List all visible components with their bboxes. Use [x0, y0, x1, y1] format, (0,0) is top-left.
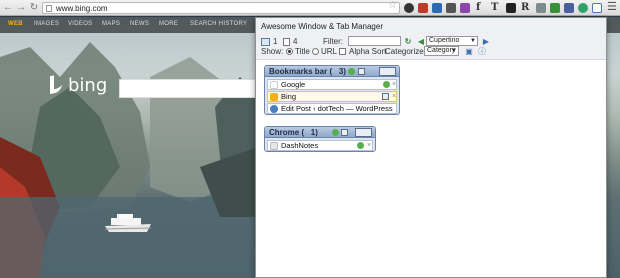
tab-count-icon — [283, 38, 290, 46]
extension-icon-2[interactable] — [418, 3, 428, 13]
show-title-label: Title — [295, 47, 310, 56]
save-icon[interactable]: ▣ — [464, 47, 474, 57]
close-icon[interactable]: × — [392, 80, 396, 89]
extension-r-icon[interactable]: R — [521, 1, 529, 14]
tab-action-icon[interactable] — [357, 142, 364, 149]
close-icon[interactable]: × — [367, 141, 371, 150]
bing-b-icon — [50, 73, 62, 95]
extension-icon-1[interactable] — [404, 3, 414, 13]
theme-select[interactable]: Cupertino ▼ — [426, 36, 478, 46]
add-tab-icon[interactable] — [332, 129, 339, 136]
window-count-icon — [261, 38, 270, 46]
menu-icon[interactable]: ☰ — [607, 1, 617, 14]
forward-arrow-icon[interactable]: → — [15, 2, 27, 14]
tab-manager-extension-icon[interactable] — [592, 3, 602, 13]
popup-title: Awesome Window & Tab Manager — [261, 22, 383, 31]
url-text: www.bing.com — [56, 4, 108, 13]
minimize-group-icon[interactable] — [358, 68, 365, 75]
tab-pin-icon[interactable] — [382, 93, 389, 100]
extension-icon-4[interactable] — [446, 3, 456, 13]
bing-search-input[interactable] — [119, 79, 256, 98]
tab-title: DashNotes — [281, 141, 319, 150]
chevron-down-icon: ▼ — [470, 38, 476, 44]
extension-icon-9[interactable] — [578, 3, 588, 13]
add-tab-icon[interactable] — [348, 68, 355, 75]
back-arrow-icon[interactable]: ← — [2, 2, 14, 14]
bing-logo: bing — [50, 73, 108, 96]
address-bar[interactable]: www.bing.com — [42, 2, 400, 14]
extension-icon-5[interactable] — [460, 3, 470, 13]
browser-toolbar: ← → ↻ www.bing.com ☆ f T R ☰ — [0, 0, 620, 16]
filter-input[interactable] — [348, 36, 401, 46]
extension-f-icon[interactable]: f — [476, 1, 480, 14]
page-icon — [46, 5, 52, 12]
google-favicon-icon — [270, 81, 278, 89]
tab-action-icon[interactable] — [383, 81, 390, 88]
bing-nav-more[interactable]: MORE — [159, 21, 178, 27]
tab-row[interactable]: Edit Post ‹ dotTech — WordPress — [267, 103, 397, 114]
show-url-label: URL — [321, 47, 338, 56]
next-theme-icon[interactable]: ▶ — [481, 37, 491, 47]
tab-row[interactable]: Google × — [267, 79, 397, 90]
alpha-sort-checkbox[interactable] — [339, 48, 346, 55]
wordpress-favicon-icon — [270, 105, 278, 113]
window-group-bookmarks: Bookmarks bar ( 3) Google × Bing × Edit … — [264, 65, 400, 115]
alpha-sort-label: Alpha Sort — [349, 47, 387, 56]
categorize-select[interactable]: Category ▼ — [424, 46, 459, 56]
extension-cat-icon[interactable] — [506, 3, 516, 13]
bing-favicon-icon — [270, 93, 278, 101]
tab-manager-popup: Awesome Window & Tab Manager 1 4 Filter:… — [255, 17, 607, 278]
bing-nav-videos[interactable]: VIDEOS — [68, 21, 92, 27]
extension-t-icon[interactable]: T — [491, 1, 498, 14]
tab-row[interactable]: DashNotes × — [267, 140, 373, 151]
window-group-chrome: Chrome ( 1) DashNotes × — [264, 126, 376, 152]
group-title: Chrome ( 1) — [269, 128, 318, 137]
show-title-radio[interactable] — [286, 48, 293, 55]
popup-header: Awesome Window & Tab Manager 1 4 Filter:… — [256, 18, 606, 60]
group-header[interactable]: Bookmarks bar ( 3) — [265, 66, 399, 77]
bing-nav-search-history[interactable]: SEARCH HISTORY — [190, 21, 247, 27]
categorize-label: Categorize: — [385, 47, 426, 56]
bing-nav-images[interactable]: IMAGES — [34, 21, 59, 27]
close-icon[interactable]: × — [392, 92, 396, 101]
group-header[interactable]: Chrome ( 1) — [265, 127, 375, 138]
minimize-group-icon[interactable] — [341, 129, 348, 136]
bing-logo-text: bing — [68, 75, 108, 96]
bing-nav-web[interactable]: WEB — [8, 21, 23, 27]
dashnotes-favicon-icon — [270, 142, 278, 150]
extension-icon-6[interactable] — [536, 3, 546, 13]
window-controls-icon[interactable] — [355, 128, 372, 137]
bing-nav-maps[interactable]: MAPS — [102, 21, 120, 27]
tab-row[interactable]: Bing × — [267, 91, 397, 102]
group-title: Bookmarks bar ( 3) — [269, 67, 346, 76]
window-controls-icon[interactable] — [379, 67, 396, 76]
bookmark-star-icon[interactable]: ☆ — [388, 0, 397, 11]
extension-icon-8[interactable] — [564, 3, 574, 13]
show-url-radio[interactable] — [312, 48, 319, 55]
show-label: Show: — [261, 47, 284, 56]
reload-icon[interactable]: ↻ — [28, 2, 40, 14]
tab-title: Google — [281, 80, 306, 89]
ship-image — [105, 214, 151, 232]
bing-nav-news[interactable]: NEWS — [130, 21, 149, 27]
help-icon[interactable]: ⓘ — [477, 47, 487, 57]
tab-title: Edit Post ‹ dotTech — WordPress — [281, 104, 393, 113]
tab-title: Bing — [281, 92, 297, 101]
theme-select-value: Cupertino — [429, 37, 460, 44]
chevron-down-icon: ▼ — [451, 48, 457, 54]
extension-icon-7[interactable] — [550, 3, 560, 13]
extension-icon-3[interactable] — [432, 3, 442, 13]
